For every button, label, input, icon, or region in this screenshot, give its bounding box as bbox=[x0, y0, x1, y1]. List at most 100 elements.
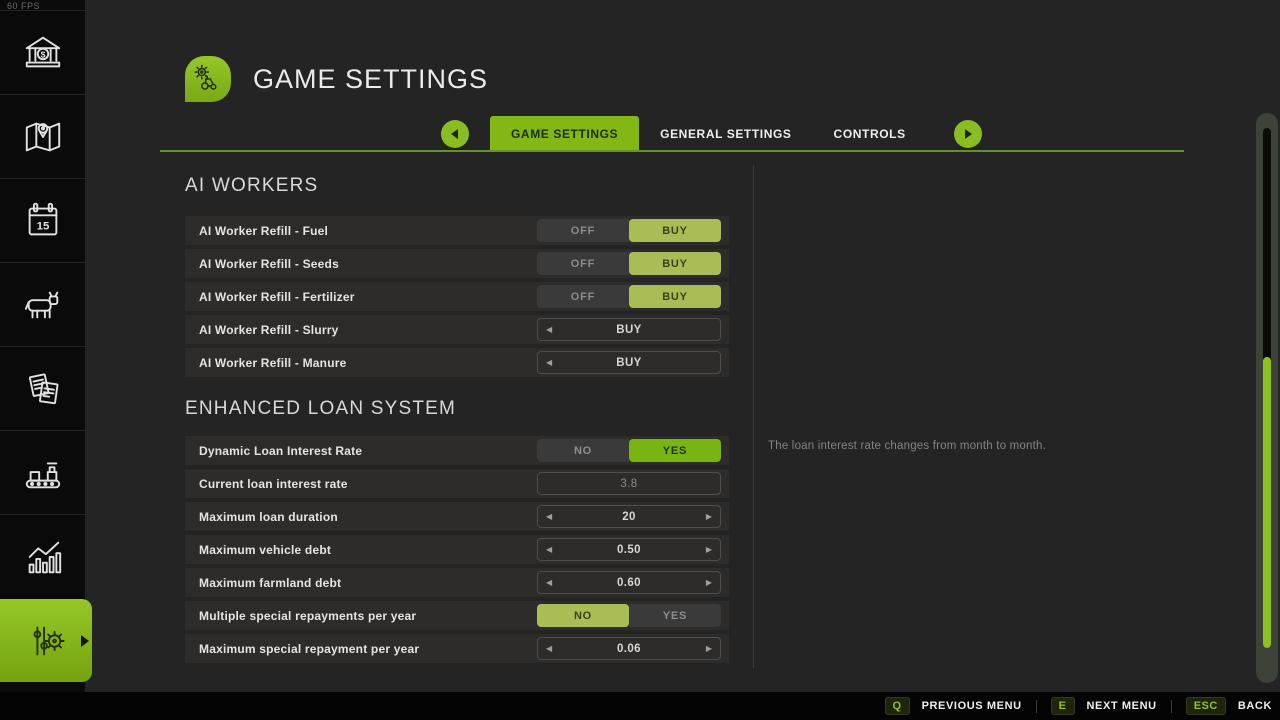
value-selector[interactable]: ◀ BUY bbox=[537, 318, 721, 341]
decrease-arrow-icon[interactable]: ◀ bbox=[546, 513, 552, 521]
hint-next-menu[interactable]: E NEXT MENU bbox=[1051, 697, 1157, 715]
setting-value: 0.60 bbox=[617, 577, 641, 589]
setting-label: Current loan interest rate bbox=[199, 477, 348, 491]
tabs-next-button[interactable] bbox=[954, 120, 982, 148]
contracts-icon bbox=[22, 368, 64, 410]
sidebar-item-game-settings[interactable] bbox=[0, 599, 92, 682]
toggle-option-buy[interactable]: BUY bbox=[629, 219, 721, 242]
sidebar-items: $15 bbox=[0, 10, 85, 682]
toggle-option-off[interactable]: OFF bbox=[537, 252, 629, 275]
toggle-control: OFFBUY bbox=[537, 285, 721, 308]
toggle-option-buy[interactable]: BUY bbox=[629, 285, 721, 308]
setting-row: Current loan interest rate 3.8 bbox=[185, 469, 729, 498]
sidebar-item-calendar[interactable]: 15 bbox=[0, 178, 85, 262]
setting-value: 20 bbox=[622, 511, 636, 523]
sidebar-item-map[interactable] bbox=[0, 94, 85, 178]
tab-underline bbox=[160, 150, 1184, 152]
toggle-option-no[interactable]: NO bbox=[537, 604, 629, 627]
hint-back[interactable]: ESCBACK bbox=[1186, 697, 1272, 715]
tab-general-settings[interactable]: GENERAL SETTINGS bbox=[639, 116, 812, 152]
hint-label: NEXT MENU bbox=[1087, 700, 1157, 712]
setting-label: AI Worker Refill - Slurry bbox=[199, 323, 338, 337]
setting-label: Maximum farmland debt bbox=[199, 576, 341, 590]
setting-row: Dynamic Loan Interest RateNOYES bbox=[185, 436, 729, 465]
scrollbar[interactable] bbox=[1256, 113, 1278, 683]
setting-label: AI Worker Refill - Manure bbox=[199, 356, 346, 370]
setting-row: Maximum special repayment per year◀0.06▶ bbox=[185, 634, 729, 663]
page-title: GAME SETTINGS bbox=[253, 64, 488, 95]
setting-row: Maximum vehicle debt◀0.50▶ bbox=[185, 535, 729, 564]
setting-label: Maximum loan duration bbox=[199, 510, 338, 524]
footer-hint-bar: Q PREVIOUS MENU E NEXT MENU ESCBACK bbox=[0, 692, 1280, 720]
arrow-right-icon bbox=[965, 129, 977, 139]
setting-row: AI Worker Refill - Seeds OFFBUY bbox=[185, 249, 729, 278]
sidebar-item-finances[interactable]: $ bbox=[0, 10, 85, 94]
setting-value: 0.50 bbox=[617, 544, 641, 556]
setting-label: Multiple special repayments per year bbox=[199, 609, 416, 623]
page-header: GAME SETTINGS bbox=[185, 56, 488, 102]
scrollbar-thumb[interactable] bbox=[1263, 357, 1271, 648]
setting-label: AI Worker Refill - Seeds bbox=[199, 257, 339, 271]
panel-divider bbox=[753, 165, 754, 668]
toggle-option-yes[interactable]: YES bbox=[629, 604, 721, 627]
setting-description: The loan interest rate changes from mont… bbox=[768, 440, 1208, 452]
value-selector[interactable]: ◀BUY bbox=[537, 351, 721, 374]
hint-label: PREVIOUS MENU bbox=[922, 700, 1022, 712]
setting-label: AI Worker Refill - Fuel bbox=[199, 224, 328, 238]
sidebar-item-animals[interactable] bbox=[0, 262, 85, 346]
tabs-prev-button[interactable] bbox=[441, 120, 469, 148]
tractor-gear-icon bbox=[185, 56, 231, 102]
value-selector[interactable]: ◀ 0.60 ▶ bbox=[537, 571, 721, 594]
setting-value: 3.8 bbox=[620, 478, 637, 490]
decrease-arrow-icon[interactable]: ◀ bbox=[546, 546, 552, 554]
decrease-arrow-icon[interactable]: ◀ bbox=[546, 645, 552, 653]
setting-value: BUY bbox=[616, 324, 641, 336]
value-selector[interactable]: ◀ 0.06 ▶ bbox=[537, 637, 721, 660]
keycap-e: E bbox=[1051, 697, 1075, 715]
toggle-option-off[interactable]: OFF bbox=[537, 219, 629, 242]
settings-list: AI WORKERSAI Worker Refill - FuelOFFBUYA… bbox=[185, 176, 729, 667]
setting-row: Maximum farmland debt ◀ 0.60 ▶ bbox=[185, 568, 729, 597]
svg-text:15: 15 bbox=[36, 220, 49, 232]
value-selector[interactable]: ◀ 0.50 ▶ bbox=[537, 538, 721, 561]
value-selector[interactable]: ◀ 20 ▶ bbox=[537, 505, 721, 528]
increase-arrow-icon[interactable]: ▶ bbox=[706, 645, 712, 653]
toggle-control: OFFBUY bbox=[537, 252, 721, 275]
tab-list: GAME SETTINGSGENERAL SETTINGSCONTROLS bbox=[490, 116, 927, 152]
setting-row: AI Worker Refill - Manure ◀BUY bbox=[185, 348, 729, 377]
increase-arrow-icon[interactable]: ▶ bbox=[706, 579, 712, 587]
tab-bar: GAME SETTINGSGENERAL SETTINGSCONTROLS bbox=[441, 116, 982, 152]
decrease-arrow-icon[interactable]: ◀ bbox=[546, 326, 552, 334]
increase-arrow-icon[interactable]: ▶ bbox=[706, 513, 712, 521]
setting-row: AI Worker Refill - Fuel OFFBUY bbox=[185, 216, 729, 245]
setting-row: Maximum loan duration ◀ 20 ▶ bbox=[185, 502, 729, 531]
tab-controls[interactable]: CONTROLS bbox=[813, 116, 927, 152]
main-content: GAME SETTINGS GAME SETTINGSGENERAL SETTI… bbox=[85, 0, 1280, 692]
toggle-control: OFFBUY bbox=[537, 219, 721, 242]
toggle-control: NOYES bbox=[537, 439, 721, 462]
production-icon bbox=[22, 452, 64, 494]
toggle-option-yes[interactable]: YES bbox=[629, 439, 721, 462]
toggle-control: NOYES bbox=[537, 604, 721, 627]
decrease-arrow-icon[interactable]: ◀ bbox=[546, 359, 552, 367]
toggle-option-buy[interactable]: BUY bbox=[629, 252, 721, 275]
scrollbar-track[interactable] bbox=[1263, 128, 1271, 648]
map-icon bbox=[22, 116, 64, 158]
hint-previous-menu[interactable]: Q PREVIOUS MENU bbox=[885, 697, 1022, 715]
section-title: AI WORKERS bbox=[185, 176, 729, 196]
arrow-left-icon bbox=[446, 129, 458, 139]
value-selector[interactable]: 3.8 bbox=[537, 472, 721, 495]
keycap-q: Q bbox=[885, 697, 910, 715]
svg-text:$: $ bbox=[40, 49, 45, 59]
hint-divider bbox=[1171, 700, 1172, 713]
hint-label: BACK bbox=[1238, 700, 1272, 712]
setting-value: 0.06 bbox=[617, 643, 641, 655]
toggle-option-off[interactable]: OFF bbox=[537, 285, 629, 308]
sidebar-item-statistics[interactable] bbox=[0, 514, 85, 598]
increase-arrow-icon[interactable]: ▶ bbox=[706, 546, 712, 554]
sidebar-item-production[interactable] bbox=[0, 430, 85, 514]
tab-game-settings[interactable]: GAME SETTINGS bbox=[490, 116, 639, 152]
sidebar-item-contracts[interactable] bbox=[0, 346, 85, 430]
toggle-option-no[interactable]: NO bbox=[537, 439, 629, 462]
decrease-arrow-icon[interactable]: ◀ bbox=[546, 579, 552, 587]
